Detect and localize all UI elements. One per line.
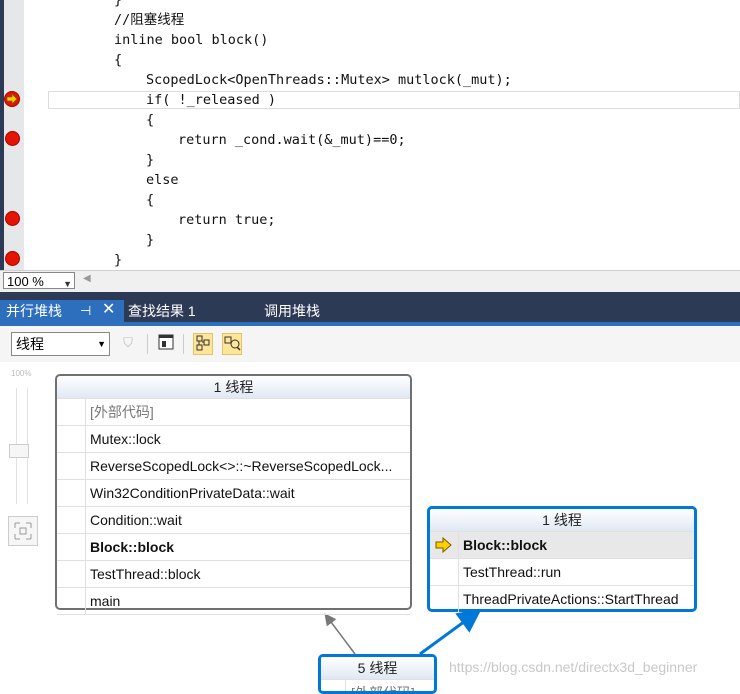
stack-frame[interactable]: main: [57, 587, 410, 615]
frame-label: ReverseScopedLock<>::~ReverseScopedLock.…: [90, 458, 393, 474]
chevron-down-icon: ▼: [97, 339, 106, 349]
stack-frame[interactable]: [外部代码]: [321, 679, 434, 694]
stack-frame[interactable]: ThreadPrivateActions::StartThread: [430, 585, 694, 612]
tab-label: 调用堆栈: [264, 303, 320, 319]
tab-label: 并行堆栈: [6, 303, 62, 319]
code-line: ScopedLock<OpenThreads::Mutex> mutlock(_…: [146, 72, 512, 88]
code-line: }: [146, 152, 155, 168]
stack-frame[interactable]: ReverseScopedLock<>::~ReverseScopedLock.…: [57, 452, 410, 479]
watermark-text: https://blog.csdn.net/directx3d_beginner: [449, 659, 698, 675]
code-line: if( !_released ): [146, 92, 277, 108]
current-statement-breakpoint-icon[interactable]: [4, 91, 20, 107]
breakpoint-icon[interactable]: [5, 211, 20, 226]
filter-icon[interactable]: ⛉: [118, 333, 138, 355]
stack-frame[interactable]: TestThread::run: [430, 558, 694, 585]
node-title: 1 线程: [57, 376, 410, 398]
close-icon[interactable]: ✕: [102, 299, 115, 321]
method-view-icon[interactable]: [156, 333, 176, 355]
stack-frame[interactable]: Condition::wait: [57, 506, 410, 533]
frame-label: [外部代码]: [351, 685, 415, 694]
code-line: return true;: [178, 212, 276, 228]
tab-parallel-stacks[interactable]: 并行堆栈 ⊣ ✕: [0, 300, 124, 322]
frame-label: Block::block: [463, 537, 548, 553]
tab-call-stack[interactable]: 调用堆栈: [264, 300, 320, 322]
stack-node[interactable]: 1 线程 [外部代码] Mutex::lock ReverseScopedLoc…: [55, 374, 412, 615]
view-mode-select[interactable]: 线程 ▼: [11, 332, 110, 356]
frame-label: ThreadPrivateActions::StartThread: [463, 591, 679, 607]
code-line: {: [146, 192, 155, 208]
tab-find-results[interactable]: 查找结果 1: [128, 300, 196, 322]
stack-frame-current[interactable]: Block::block: [430, 531, 694, 558]
pin-icon[interactable]: ⊣: [80, 300, 91, 322]
current-frame-arrow-icon: [435, 536, 452, 554]
scroll-left-icon[interactable]: ◀: [83, 273, 91, 284]
stack-frame[interactable]: Win32ConditionPrivateData::wait: [57, 479, 410, 506]
code-line: else: [146, 172, 179, 188]
editor-status-bar: [0, 270, 740, 293]
code-line: }: [146, 232, 155, 248]
code-line: {: [114, 52, 123, 68]
stack-frame[interactable]: TestThread::block: [57, 560, 410, 587]
frame-label: Mutex::lock: [90, 431, 161, 447]
toolbar-separator: [183, 334, 184, 354]
zoom-toggle-icon[interactable]: [222, 333, 242, 355]
frame-label: main: [90, 593, 121, 609]
node-title: 1 线程: [430, 509, 694, 531]
tab-label: 查找结果 1: [128, 303, 196, 319]
node-title: 5 线程: [321, 657, 434, 679]
stack-frame[interactable]: Block::block: [57, 533, 410, 560]
view-mode-value: 线程: [16, 336, 44, 352]
stack-frame[interactable]: Mutex::lock: [57, 425, 410, 452]
parallel-stacks-toolbar: [0, 326, 740, 363]
code-line: return _cond.wait(&_mut)==0;: [178, 132, 406, 148]
toolbar-separator: [147, 334, 148, 354]
frame-label: [外部代码]: [90, 404, 154, 420]
code-line: }: [114, 0, 123, 8]
code-editor[interactable]: } //阻塞线程 inline bool block() { ScopedLoc…: [0, 0, 740, 270]
zoom-dropdown[interactable]: 100 % ▼: [3, 272, 75, 289]
stack-node[interactable]: 5 线程 [外部代码]: [318, 654, 437, 694]
stack-node-active[interactable]: 1 线程 Block::block TestThread::run Thread…: [427, 506, 697, 612]
code-line: //阻塞线程: [114, 12, 185, 28]
frame-label: Win32ConditionPrivateData::wait: [90, 485, 295, 501]
stack-frame[interactable]: [外部代码]: [57, 398, 410, 425]
code-line: inline bool block(): [114, 32, 269, 48]
code-line: {: [146, 112, 155, 128]
zoom-value: 100 %: [7, 274, 44, 289]
frame-label: Block::block: [90, 539, 175, 555]
code-line: }: [114, 252, 123, 268]
frame-label: Condition::wait: [90, 512, 182, 528]
breakpoint-icon[interactable]: [5, 131, 20, 146]
frame-label: TestThread::block: [90, 566, 201, 582]
chevron-down-icon: ▼: [63, 279, 72, 289]
breakpoint-icon[interactable]: [5, 251, 20, 266]
auto-scroll-icon[interactable]: [193, 333, 213, 355]
connector-line-active: [419, 608, 482, 656]
frame-label: TestThread::run: [463, 564, 562, 580]
connector-line: [324, 613, 356, 655]
